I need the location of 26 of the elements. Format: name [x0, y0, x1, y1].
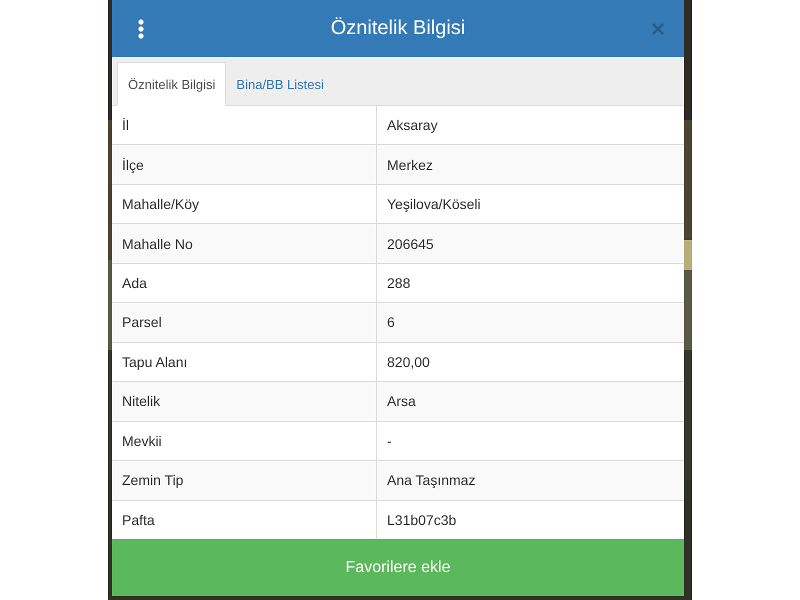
- table-cell-text: Yeşilova/Köseli: [386, 195, 482, 214]
- table-cell: Tapu Alanı: [112, 342, 377, 382]
- table-cell-text: 288: [386, 274, 412, 294]
- tab[interactable]: Öznitelik Bilgisi: [117, 62, 226, 106]
- table-cell: Mahalle No: [112, 224, 377, 263]
- table-cell-text: Ana Taşınmaz: [386, 471, 476, 490]
- table-cell-text: Merkez: [386, 156, 434, 175]
- table-cell-text: Aksaray: [386, 116, 439, 136]
- table-cell-text: Arsa: [386, 392, 417, 412]
- dialog-title: Öznitelik Bilgisi: [330, 17, 466, 40]
- table-cell-text: 206645: [386, 234, 435, 254]
- menu-icon[interactable]: [138, 18, 144, 38]
- table-cell-text: -: [386, 432, 393, 451]
- tab[interactable]: Bina/BB Listesi: [226, 62, 334, 106]
- table-cell-text: L31b07c3b: [386, 510, 458, 530]
- table-cell: Ada: [112, 264, 377, 302]
- table-cell: Mevkii: [112, 422, 377, 460]
- add-favorites-button[interactable]: Favorilere ekle: [112, 539, 684, 596]
- table-cell: Zemin Tip: [112, 461, 377, 500]
- table-cell: İl: [112, 106, 377, 144]
- table-cell: Nitelik: [112, 382, 377, 421]
- table-cell: İlçe: [112, 145, 377, 184]
- table-cell-text: 820,00: [386, 352, 431, 372]
- table-cell: Parsel: [112, 303, 377, 342]
- table-cell: Mahalle/Köy: [112, 184, 377, 224]
- table-cell-text: 6: [386, 313, 396, 332]
